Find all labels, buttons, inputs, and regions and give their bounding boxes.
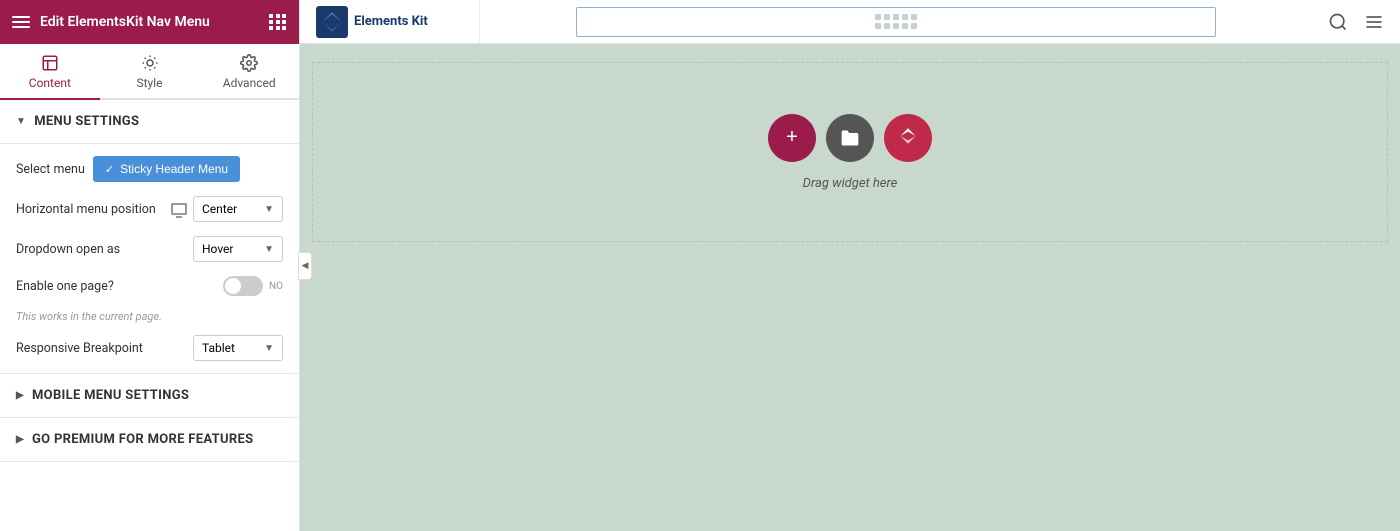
tab-style-label: Style: [137, 76, 163, 90]
horizontal-position-select[interactable]: Center ▼: [193, 196, 283, 222]
dropdown-open-arrow-icon: ▼: [264, 244, 274, 255]
responsive-breakpoint-select[interactable]: Tablet ▼: [193, 335, 283, 361]
one-page-hint: This works in the current page.: [16, 310, 283, 323]
go-premium-header[interactable]: ▶ Go Premium for More Features: [0, 418, 299, 462]
elementskit-widget-button[interactable]: [884, 114, 932, 162]
menu-settings-title: Menu Settings: [34, 114, 139, 129]
search-icon[interactable]: [1328, 12, 1348, 32]
select-menu-button[interactable]: ✓ Sticky Header Menu: [93, 156, 240, 182]
editor-title: Edit ElementsKit Nav Menu: [40, 14, 259, 30]
responsive-arrow-icon: ▼: [264, 343, 274, 354]
go-premium-chevron: ▶: [16, 434, 24, 445]
mobile-menu-title: Mobile Menu Settings: [32, 388, 189, 403]
responsive-breakpoint-row: Responsive Breakpoint Tablet ▼: [16, 335, 283, 361]
drag-widget-area: +: [768, 114, 932, 191]
panel-collapse-button[interactable]: ◀: [298, 252, 312, 280]
nav-preview-area: [492, 7, 1300, 37]
horizontal-position-label: Horizontal menu position: [16, 202, 156, 217]
go-premium-section: ▶ Go Premium for More Features: [0, 418, 299, 462]
menu-settings-content: Select menu ✓ Sticky Header Menu Horizon…: [0, 144, 299, 374]
monitor-icon: [171, 203, 187, 215]
menu-settings-section: ▼ Menu Settings Select menu ✓ Sticky Hea…: [0, 100, 299, 374]
plus-icon: +: [786, 126, 798, 149]
responsive-breakpoint-label: Responsive Breakpoint: [16, 341, 143, 356]
canvas-main: +: [300, 44, 1400, 531]
menu-settings-header[interactable]: ▼ Menu Settings: [0, 100, 299, 144]
tab-content-label: Content: [29, 76, 71, 90]
apps-grid-icon[interactable]: [269, 14, 287, 30]
nav-preview-bar: [576, 7, 1216, 37]
dropdown-open-label: Dropdown open as: [16, 242, 120, 257]
go-premium-title: Go Premium for More Features: [32, 432, 253, 447]
menu-settings-chevron: ▼: [16, 116, 26, 127]
dropdown-open-row: Dropdown open as Hover ▼: [16, 236, 283, 262]
horizontal-position-value: Center: [202, 202, 237, 216]
dropdown-arrow-icon: ▼: [264, 204, 274, 215]
drag-widget-text: Drag widget here: [803, 176, 898, 191]
template-library-button[interactable]: [826, 114, 874, 162]
enable-one-page-row: Enable one page? NO: [16, 276, 283, 296]
canvas-container: Elements Kit: [300, 0, 1400, 531]
elementskit-logo-icon: [316, 6, 348, 38]
hamburger-icon[interactable]: [12, 16, 30, 28]
add-widget-button[interactable]: +: [768, 114, 816, 162]
tab-advanced[interactable]: Advanced: [199, 44, 299, 100]
hamburger-right-icon[interactable]: [1364, 12, 1384, 32]
top-canvas-bar: Elements Kit: [300, 0, 1400, 44]
right-icons: [1312, 12, 1400, 32]
enable-one-page-label: Enable one page?: [16, 279, 114, 294]
ek-label: [897, 125, 919, 150]
select-menu-label: Select menu: [16, 162, 85, 177]
dropdown-open-select[interactable]: Hover ▼: [193, 236, 283, 262]
drag-action-buttons: +: [768, 114, 932, 162]
checkmark-icon: ✓: [105, 163, 114, 176]
tab-style[interactable]: Style: [100, 44, 200, 100]
editor-topbar: Edit ElementsKit Nav Menu: [0, 0, 299, 44]
canvas-drop-section: +: [312, 62, 1388, 242]
mobile-menu-chevron: ▶: [16, 390, 24, 401]
enable-one-page-toggle[interactable]: [223, 276, 263, 296]
select-menu-row: Select menu ✓ Sticky Header Menu: [16, 156, 283, 182]
responsive-breakpoint-value: Tablet: [202, 341, 235, 355]
tab-advanced-label: Advanced: [223, 76, 276, 90]
select-menu-value: Sticky Header Menu: [120, 162, 228, 176]
ek-logo-icon: [897, 125, 919, 147]
folder-icon: [840, 128, 860, 148]
mobile-menu-section: ▶ Mobile Menu Settings: [0, 374, 299, 418]
left-panel: Edit ElementsKit Nav Menu Content Style: [0, 0, 300, 531]
dropdown-open-value: Hover: [202, 242, 233, 256]
editor-tabs: Content Style Advanced: [0, 44, 299, 100]
mobile-menu-header[interactable]: ▶ Mobile Menu Settings: [0, 374, 299, 418]
toggle-no-label: NO: [269, 281, 283, 292]
brand-name: Elements Kit: [354, 14, 428, 29]
tab-content[interactable]: Content: [0, 44, 100, 100]
horizontal-position-row: Horizontal menu position Center ▼: [16, 196, 283, 222]
